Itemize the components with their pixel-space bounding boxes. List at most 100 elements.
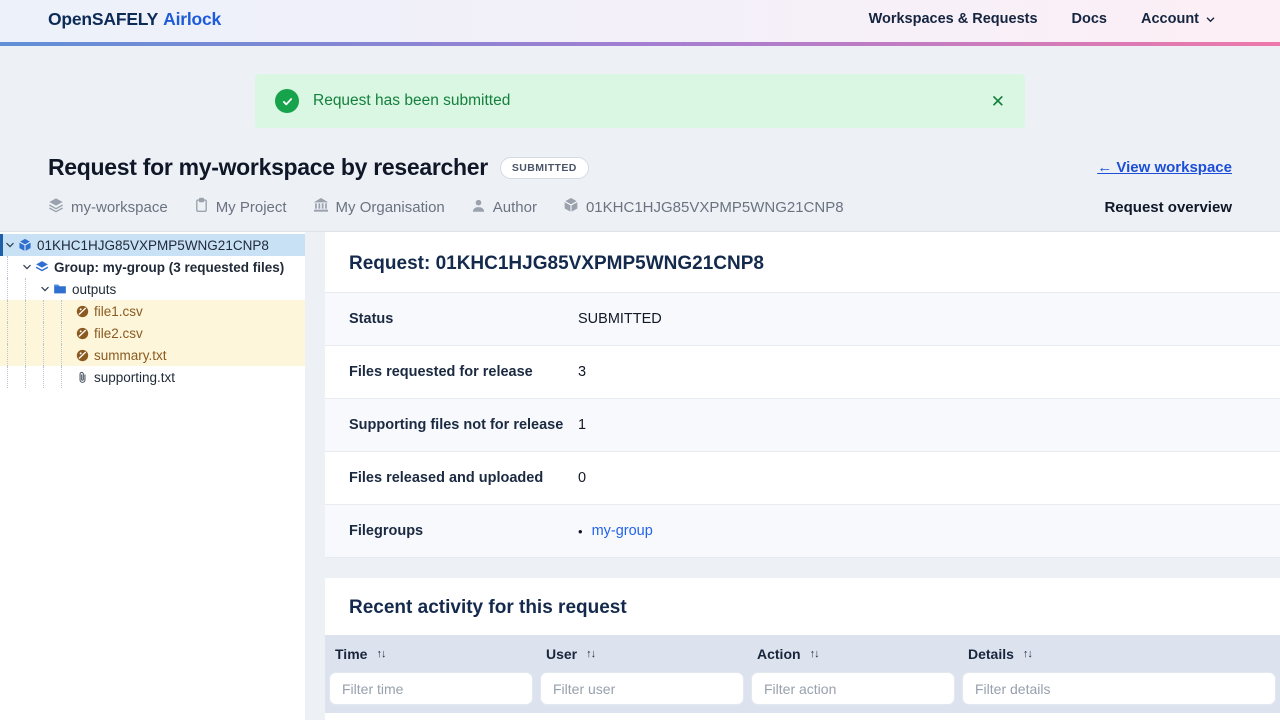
- tree-guide: [61, 322, 74, 344]
- tree-guide: [61, 344, 74, 366]
- activity-heading: Recent activity for this request: [325, 578, 1280, 635]
- filegroup-link[interactable]: my-group: [592, 523, 653, 539]
- meta-workspace: my-workspace: [48, 197, 168, 217]
- success-check-icon: [275, 89, 299, 113]
- file-under-review-icon: [74, 327, 90, 340]
- tree-guide: [7, 278, 20, 300]
- nav-account-menu[interactable]: Account: [1141, 11, 1216, 27]
- view-workspace-link[interactable]: ← View workspace: [1097, 159, 1232, 176]
- content-area: 01KHC1HJG85VXPMP5WNG21CNP8 Group: my-gro…: [0, 232, 1280, 720]
- request-detail-panel: Request: 01KHC1HJG85VXPMP5WNG21CNP8 Stat…: [325, 232, 1280, 720]
- meta-request-id-label: 01KHC1HJG85VXPMP5WNG21CNP8: [586, 199, 844, 216]
- tree-guide: [7, 300, 20, 322]
- detail-label: Status: [349, 311, 578, 327]
- tree-guide: [25, 278, 38, 300]
- column-label: Time: [335, 646, 367, 662]
- column-label: Details: [968, 646, 1014, 662]
- meta-author: Author: [471, 198, 537, 217]
- column-label: User: [546, 646, 577, 662]
- tree-item-file[interactable]: summary.txt: [0, 344, 305, 366]
- column-header-details[interactable]: Details ↑↓: [962, 644, 1276, 672]
- tree-guide: [43, 344, 56, 366]
- file-under-review-icon: [74, 305, 90, 318]
- close-icon[interactable]: ✕: [991, 93, 1005, 110]
- detail-label: Filegroups: [349, 523, 578, 539]
- tree-item-file[interactable]: file1.csv: [0, 300, 305, 322]
- chevron-down-icon[interactable]: [3, 240, 17, 250]
- user-icon: [471, 198, 486, 217]
- nav-workspaces-requests[interactable]: Workspaces & Requests: [869, 11, 1038, 27]
- nav-links: Workspaces & Requests Docs Account: [869, 11, 1216, 27]
- tree-guide: [7, 366, 20, 388]
- detail-value: 0: [578, 470, 1256, 486]
- filter-time-input[interactable]: [329, 672, 533, 705]
- tree-item-label: file2.csv: [94, 326, 143, 341]
- request-overview-label: Request overview: [1104, 199, 1232, 216]
- filter-details-input[interactable]: [962, 672, 1276, 705]
- top-navbar: OpenSAFELYAirlock Workspaces & Requests …: [0, 0, 1280, 46]
- detail-value: 1: [578, 417, 1256, 433]
- meta-request-id: 01KHC1HJG85VXPMP5WNG21CNP8: [563, 197, 844, 217]
- tree-item-outputs-folder[interactable]: outputs: [0, 278, 305, 300]
- brand-secondary: Airlock: [163, 9, 221, 29]
- activity-filter-row: [329, 672, 1276, 705]
- tree-item-group[interactable]: Group: my-group (3 requested files): [0, 256, 305, 278]
- tree-guide: [7, 256, 20, 278]
- paperclip-icon: [74, 371, 90, 384]
- file-under-review-icon: [74, 349, 90, 362]
- request-heading: Request: 01KHC1HJG85VXPMP5WNG21CNP8: [325, 232, 1280, 293]
- success-banner: Request has been submitted ✕: [255, 74, 1025, 128]
- banner-message: Request has been submitted: [313, 92, 510, 110]
- tree-item-file[interactable]: file2.csv: [0, 322, 305, 344]
- cube-icon: [563, 197, 579, 217]
- page-title: Request for my-workspace by researcher: [48, 154, 488, 181]
- tree-guide: [25, 300, 38, 322]
- account-label: Account: [1141, 11, 1199, 27]
- detail-row-files-released: Files released and uploaded 0: [325, 452, 1280, 505]
- tree-item-label: outputs: [72, 282, 116, 297]
- chevron-down-icon: [1205, 14, 1216, 25]
- meta-author-label: Author: [493, 199, 537, 216]
- brand-primary: OpenSAFELY: [48, 9, 158, 29]
- column-header-time[interactable]: Time ↑↓: [329, 644, 533, 672]
- meta-workspace-label: my-workspace: [71, 199, 168, 216]
- filter-user-input[interactable]: [540, 672, 744, 705]
- cube-icon: [17, 238, 33, 252]
- sort-icon[interactable]: ↑↓: [376, 648, 385, 660]
- chevron-down-icon[interactable]: [20, 262, 34, 272]
- tree-item-label: file1.csv: [94, 304, 143, 319]
- sort-icon[interactable]: ↑↓: [810, 648, 819, 660]
- detail-row-supporting-files: Supporting files not for release 1: [325, 399, 1280, 452]
- nav-docs[interactable]: Docs: [1072, 11, 1107, 27]
- tree-guide: [7, 344, 20, 366]
- tree-item-request-root[interactable]: 01KHC1HJG85VXPMP5WNG21CNP8: [0, 234, 305, 256]
- meta-organisation-label: My Organisation: [336, 199, 445, 216]
- column-header-action[interactable]: Action ↑↓: [751, 644, 955, 672]
- filter-action-input[interactable]: [751, 672, 955, 705]
- detail-row-filegroups: Filegroups • my-group: [325, 505, 1280, 558]
- sort-icon[interactable]: ↑↓: [586, 648, 595, 660]
- tree-guide: [43, 322, 56, 344]
- tree-guide: [7, 322, 20, 344]
- file-tree-sidebar: 01KHC1HJG85VXPMP5WNG21CNP8 Group: my-gro…: [0, 232, 305, 720]
- sort-icon[interactable]: ↑↓: [1023, 648, 1032, 660]
- meta-organisation: My Organisation: [313, 197, 445, 217]
- column-header-user[interactable]: User ↑↓: [540, 644, 744, 672]
- detail-value: 3: [578, 364, 1256, 380]
- chevron-down-icon[interactable]: [38, 284, 52, 294]
- tree-guide: [43, 300, 56, 322]
- bullet-marker: •: [578, 524, 583, 539]
- organisation-icon: [313, 197, 329, 217]
- detail-row-files-requested: Files requested for release 3: [325, 346, 1280, 399]
- brand-logo[interactable]: OpenSAFELYAirlock: [48, 9, 221, 30]
- tree-guide: [61, 300, 74, 322]
- tree-item-supporting-file[interactable]: supporting.txt: [0, 366, 305, 388]
- tree-guide: [25, 344, 38, 366]
- activity-table: Time ↑↓ User ↑↓ Action ↑↓ Details ↑↓: [325, 635, 1280, 713]
- tree-guide: [25, 322, 38, 344]
- meta-project: My Project: [194, 197, 287, 217]
- status-badge: SUBMITTED: [500, 157, 589, 179]
- layers-icon: [48, 197, 64, 217]
- detail-label: Files requested for release: [349, 364, 578, 380]
- tree-item-label: 01KHC1HJG85VXPMP5WNG21CNP8: [37, 238, 269, 253]
